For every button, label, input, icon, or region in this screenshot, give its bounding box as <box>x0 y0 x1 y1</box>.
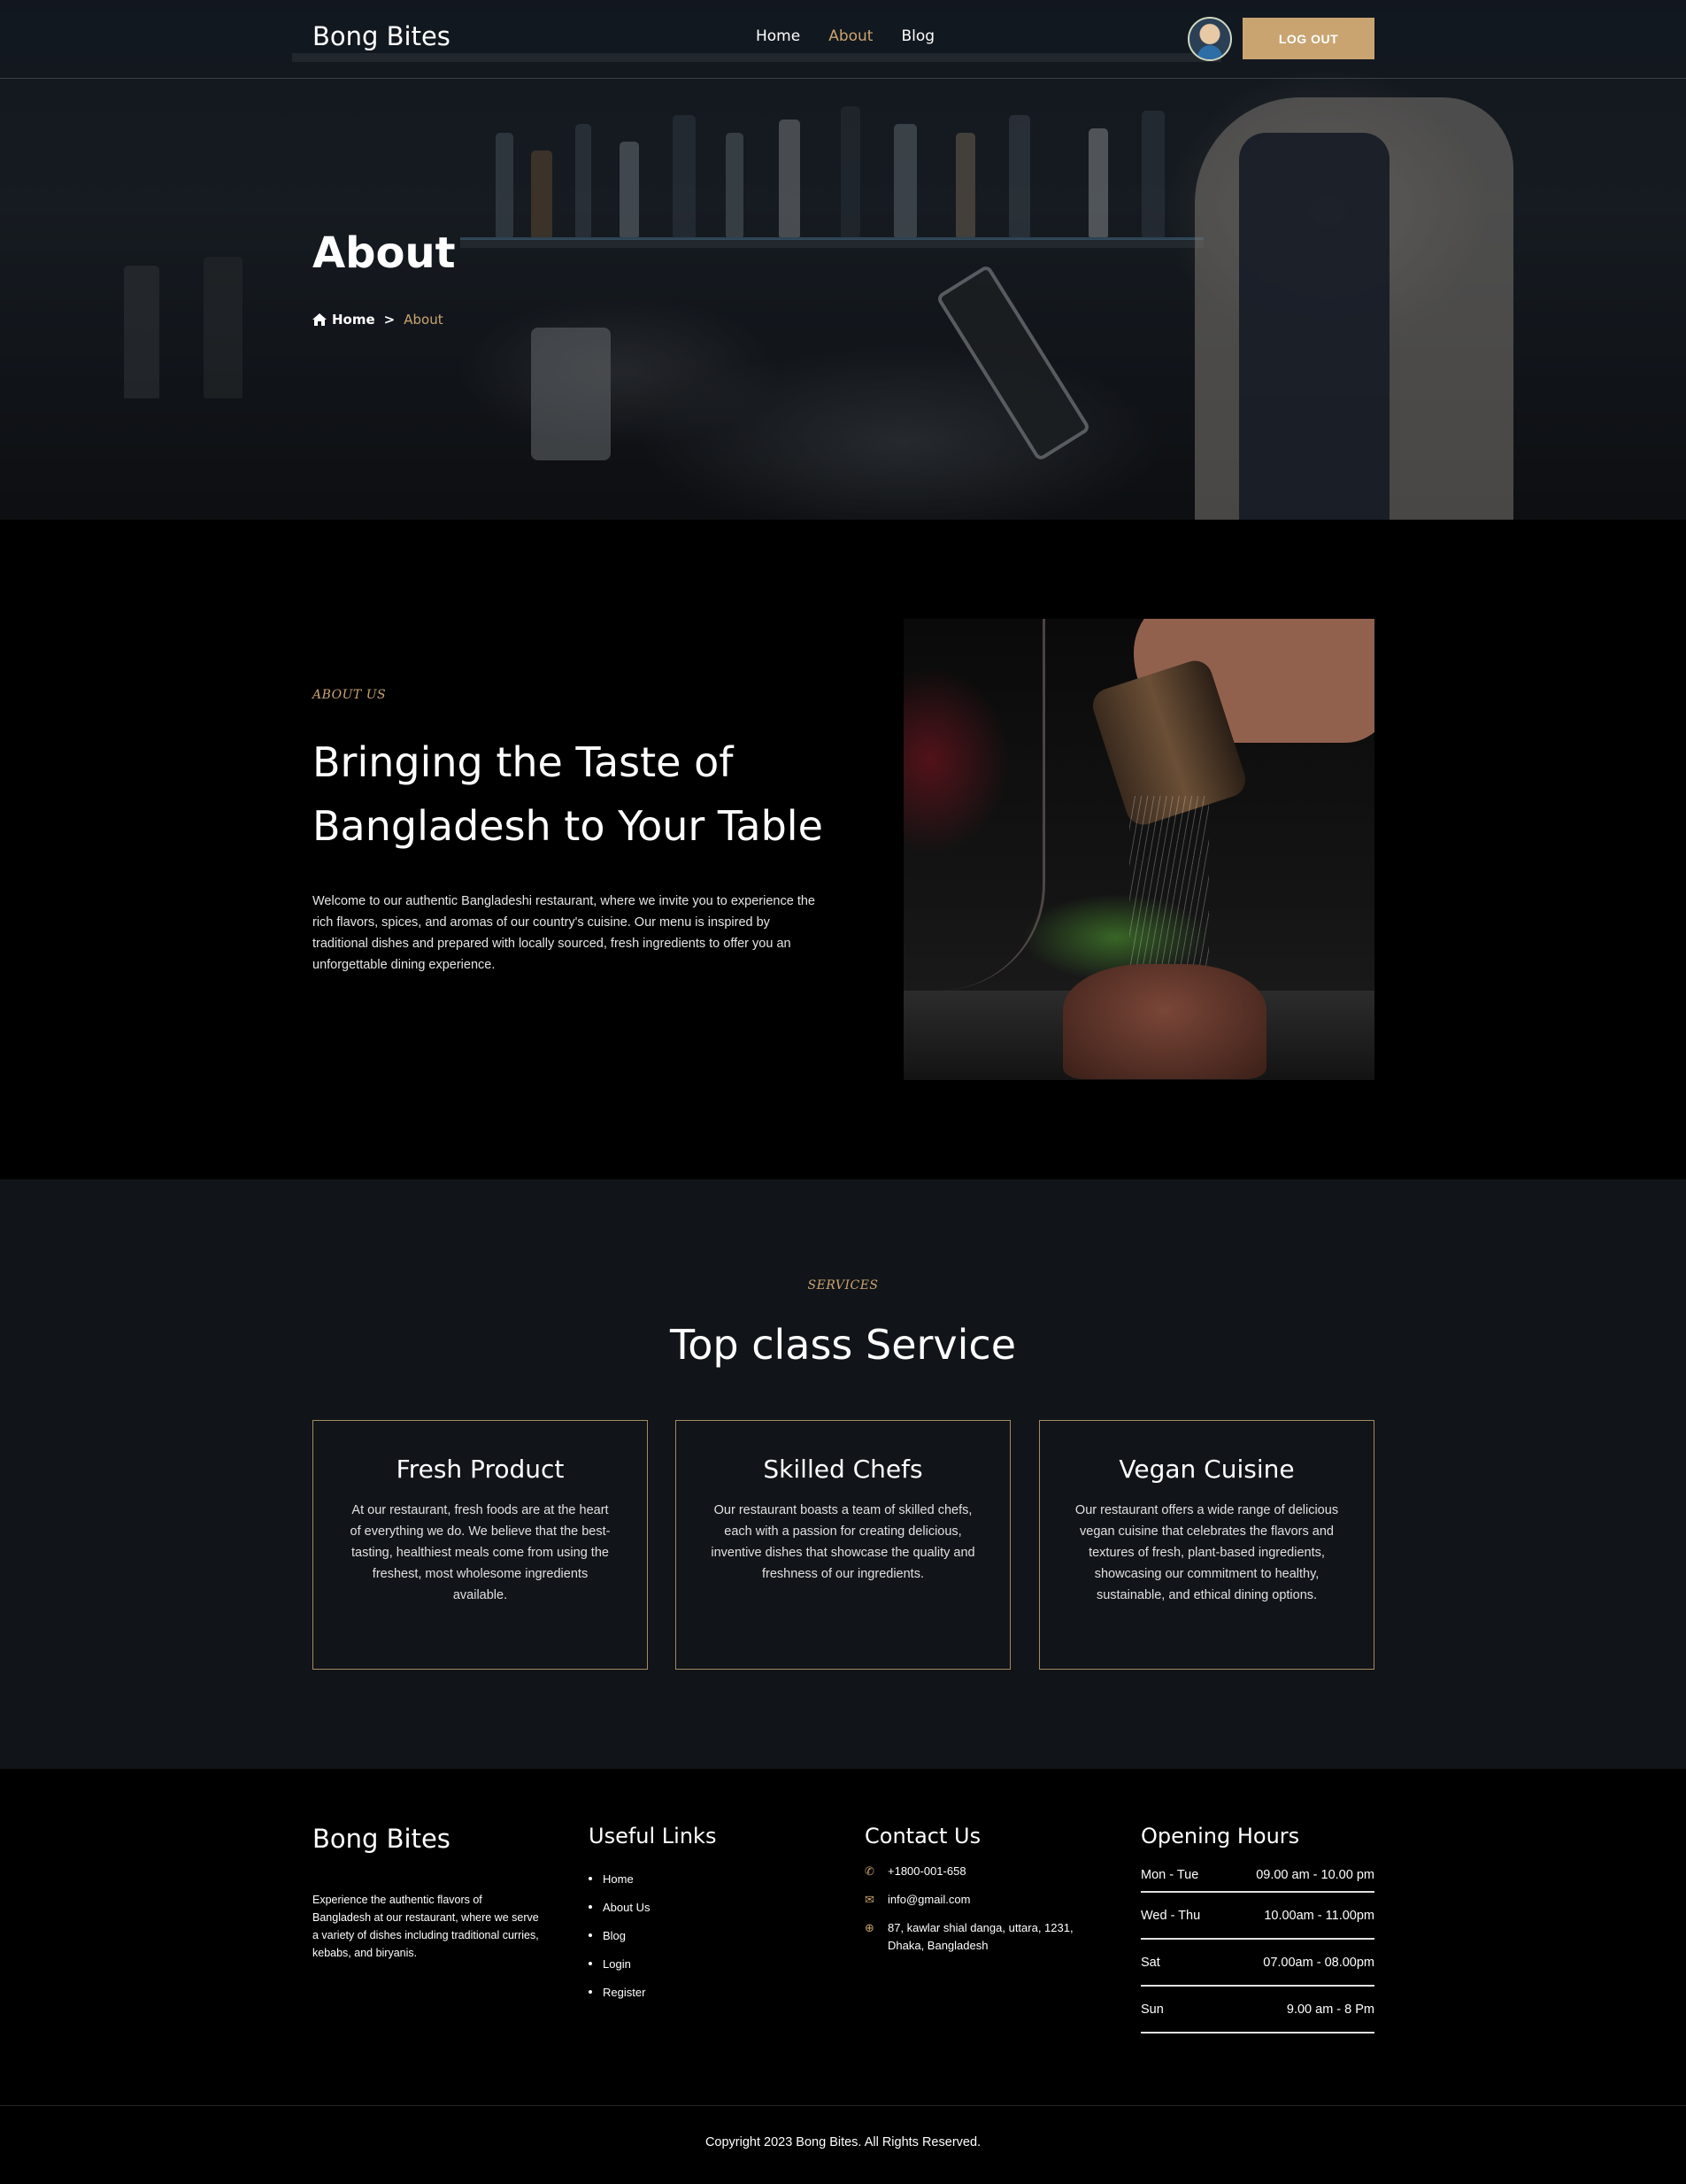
footer-hours-column: Opening Hours Mon - Tue 09.00 am - 10.00… <box>1141 1824 1374 2034</box>
contact-phone[interactable]: +1800-001-658 <box>888 1863 966 1880</box>
hours-days: Sun <box>1141 2002 1164 2017</box>
service-card-title: Skilled Chefs <box>763 1455 923 1484</box>
phone-icon: ✆ <box>865 1864 874 1878</box>
hours-time: 09.00 am - 10.00 pm <box>1256 1868 1374 1882</box>
hours-time: 07.00am - 08.00pm <box>1263 1955 1374 1970</box>
footer-hours-title: Opening Hours <box>1141 1824 1300 1848</box>
steak-decoration <box>1063 964 1266 1079</box>
footer-link-blog[interactable]: Blog <box>589 1921 716 1949</box>
hero-banner: Bong Bites Home About Blog LOG OUT About… <box>0 0 1686 520</box>
footer-contact-title: Contact Us <box>865 1824 982 1848</box>
contact-email-row: ✉ info@gmail.com <box>865 1891 1104 1909</box>
steak-seasoning-image <box>904 619 1374 1080</box>
footer-links-title: Useful Links <box>589 1824 717 1848</box>
hours-row: Sat 07.00am - 08.00pm <box>1141 1940 1374 1987</box>
services-eyebrow: SERVICES <box>807 1278 879 1293</box>
service-card-body: At our restaurant, fresh foods are at th… <box>350 1503 611 1602</box>
footer-link-register[interactable]: Register <box>589 1978 716 2006</box>
nav-about-link[interactable]: About <box>828 27 873 45</box>
about-section: ABOUT US Bringing the Taste of Banglades… <box>0 520 1686 1179</box>
service-card-fresh-product: Fresh Product At our restaurant, fresh f… <box>312 1420 648 1670</box>
breadcrumb-home[interactable]: Home <box>312 312 375 328</box>
hours-row: Mon - Tue 09.00 am - 10.00 pm <box>1141 1861 1374 1893</box>
contact-email[interactable]: info@gmail.com <box>888 1891 970 1909</box>
service-card-body: Our restaurant offers a wide range of de… <box>1074 1503 1339 1602</box>
envelope-icon: ✉ <box>865 1893 874 1906</box>
contact-address: 87, kawlar shial danga, uttara, 1231, Dh… <box>888 1921 1074 1952</box>
hours-days: Mon - Tue <box>1141 1868 1199 1882</box>
footer-link-home[interactable]: Home <box>589 1864 716 1893</box>
salt-decoration <box>1129 796 1209 991</box>
nav-blog-link[interactable]: Blog <box>901 27 935 45</box>
footer-divider <box>0 2105 1686 2106</box>
home-icon <box>312 313 327 326</box>
service-card-body: Our restaurant boasts a team of skilled … <box>711 1503 975 1581</box>
logout-button[interactable]: LOG OUT <box>1243 18 1374 59</box>
wine-glass-decoration <box>904 619 1045 991</box>
footer-link-login[interactable]: Login <box>589 1949 716 1978</box>
service-card-title: Fresh Product <box>396 1455 565 1484</box>
main-nav: Home About Blog <box>756 27 935 45</box>
footer-contact-column: Contact Us ✆ +1800-001-658 ✉ info@gmail.… <box>865 1824 1104 1965</box>
site-footer: Bong Bites Experience the authentic flav… <box>0 1769 1686 2184</box>
footer-brand: Bong Bites <box>312 1824 450 1854</box>
footer-link-about-us[interactable]: About Us <box>589 1893 716 1921</box>
user-avatar[interactable] <box>1188 17 1232 61</box>
contact-list: ✆ +1800-001-658 ✉ info@gmail.com ⊕ 87, k… <box>865 1863 1104 1955</box>
hours-time: 9.00 am - 8 Pm <box>1286 2002 1374 2017</box>
copyright-text: Copyright 2023 Bong Bites. All Rights Re… <box>704 2135 982 2149</box>
brand-logo[interactable]: Bong Bites <box>312 21 450 51</box>
page-title: About <box>312 228 456 278</box>
about-heading: Bringing the Taste of Bangladesh to Your… <box>312 738 823 850</box>
breadcrumb-home-label[interactable]: Home <box>332 312 375 328</box>
contact-address-row: ⊕ 87, kawlar shial danga, uttara, 1231, … <box>865 1919 1104 1955</box>
nav-home-link[interactable]: Home <box>756 27 800 45</box>
location-search-icon: ⊕ <box>865 1921 874 1934</box>
service-card-title: Vegan Cuisine <box>1119 1455 1295 1484</box>
service-card-skilled-chefs: Skilled Chefs Our restaurant boasts a te… <box>675 1420 1011 1670</box>
footer-brand-column: Bong Bites Experience the authentic flav… <box>312 1824 543 1962</box>
breadcrumb: Home > About <box>312 312 443 328</box>
about-eyebrow: ABOUT US <box>312 688 387 702</box>
footer-links-column: Useful Links Home About Us Blog Login Re… <box>589 1824 716 2006</box>
service-card-vegan-cuisine: Vegan Cuisine Our restaurant offers a wi… <box>1039 1420 1374 1670</box>
services-heading: Top class Service <box>669 1321 1017 1369</box>
about-body: Welcome to our authentic Bangladeshi res… <box>312 894 815 972</box>
hours-time: 10.00am - 11.00pm <box>1264 1908 1374 1923</box>
footer-description: Experience the authentic flavors of Bang… <box>312 1894 539 1959</box>
hours-days: Wed - Thu <box>1141 1908 1201 1923</box>
breadcrumb-current: About <box>404 312 443 328</box>
footer-links-list: Home About Us Blog Login Register <box>589 1864 716 2006</box>
breadcrumb-separator: > <box>383 312 396 328</box>
opening-hours-list: Mon - Tue 09.00 am - 10.00 pm Wed - Thu … <box>1141 1861 1374 2034</box>
hours-row: Wed - Thu 10.00am - 11.00pm <box>1141 1893 1374 1940</box>
contact-phone-row: ✆ +1800-001-658 <box>865 1863 1104 1880</box>
top-navigation-bar: Bong Bites Home About Blog LOG OUT <box>0 0 1686 79</box>
hours-row: Sun 9.00 am - 8 Pm <box>1141 1987 1374 2034</box>
hours-days: Sat <box>1141 1955 1160 1970</box>
services-section: SERVICES Top class Service Fresh Product… <box>0 1179 1686 1769</box>
